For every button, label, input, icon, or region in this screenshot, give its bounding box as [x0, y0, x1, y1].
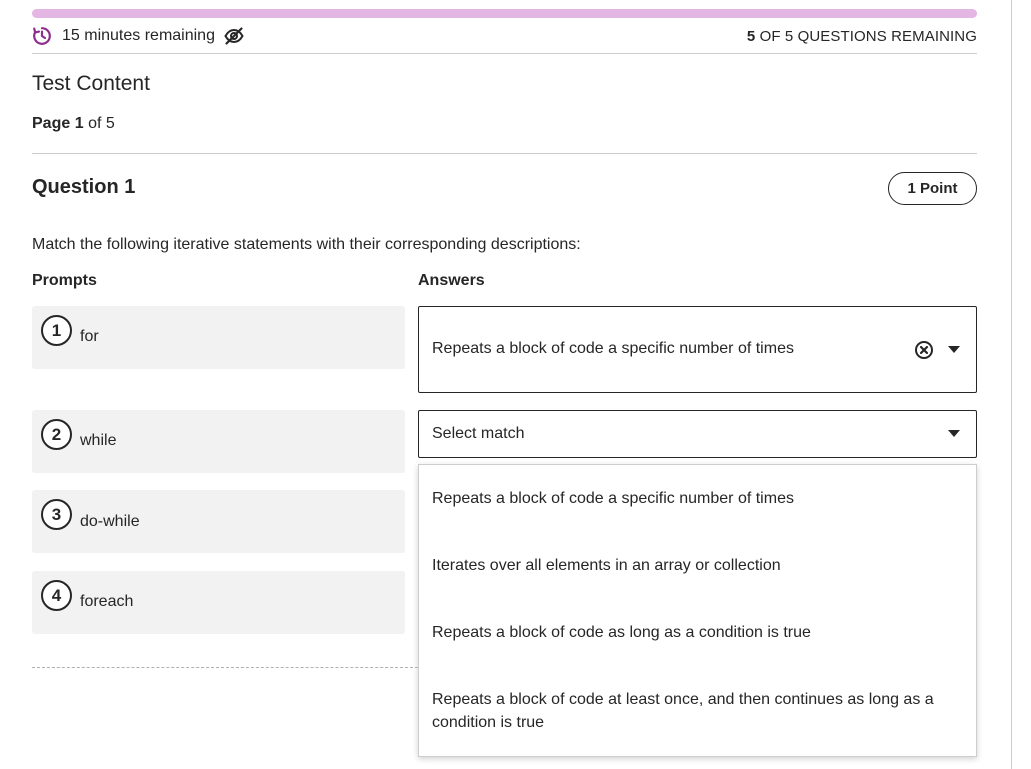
prompt-label: for — [80, 328, 99, 345]
answer-select-2[interactable]: Select match — [418, 410, 977, 458]
answer-placeholder: Select match — [432, 425, 525, 442]
status-bar: 15 minutes remaining 5 OF 5 QUESTIONS RE… — [32, 22, 977, 50]
question-instructions: Match the following iterative statements… — [32, 236, 581, 253]
prompt-item: 3 do-while — [32, 490, 405, 553]
answer-dropdown-menu: Repeats a block of code a specific numbe… — [418, 464, 977, 757]
points-badge: 1 Point — [888, 172, 977, 205]
page-total: of 5 — [88, 115, 115, 132]
chevron-down-icon[interactable] — [948, 430, 960, 438]
dropdown-option[interactable]: Repeats a block of code at least once, a… — [432, 688, 962, 734]
answers-header: Answers — [418, 272, 485, 289]
divider — [32, 53, 977, 54]
prompt-item: 4 foreach — [32, 571, 405, 634]
progress-bar — [32, 9, 977, 18]
clear-selection-icon[interactable] — [914, 340, 934, 360]
quiz-page: 15 minutes remaining 5 OF 5 QUESTIONS RE… — [0, 0, 1031, 769]
prompt-label: foreach — [80, 593, 134, 610]
timer-icon — [32, 26, 52, 46]
prompt-number: 1 — [41, 315, 72, 346]
prompts-header: Prompts — [32, 272, 97, 289]
questions-remaining: 5 OF 5 QUESTIONS REMAINING — [747, 28, 977, 45]
prompt-number: 3 — [41, 499, 72, 530]
time-remaining: 15 minutes remaining — [62, 27, 215, 44]
scrollbar-edge — [1011, 0, 1012, 769]
section-divider — [32, 667, 418, 668]
divider — [32, 153, 977, 154]
answer-select-1[interactable]: Repeats a block of code a specific numbe… — [418, 306, 977, 393]
prompt-label: do-while — [80, 513, 140, 530]
prompt-item: 2 while — [32, 410, 405, 473]
prompt-label: while — [80, 432, 117, 449]
chevron-down-icon[interactable] — [948, 346, 960, 354]
prompt-item: 1 for — [32, 306, 405, 369]
question-title: Question 1 — [32, 176, 136, 198]
section-title: Test Content — [32, 72, 150, 95]
dropdown-option[interactable]: Iterates over all elements in an array o… — [432, 554, 962, 577]
questions-remaining-text: OF 5 QUESTIONS REMAINING — [755, 27, 977, 45]
timer-group: 15 minutes remaining — [32, 25, 245, 47]
page-indicator: Page 1 of 5 — [32, 115, 115, 133]
page-current: 1 — [74, 115, 84, 132]
page-label: Page — [32, 115, 71, 132]
answer-value: Repeats a block of code a specific numbe… — [432, 340, 794, 357]
dropdown-option[interactable]: Repeats a block of code as long as a con… — [432, 621, 962, 644]
prompt-number: 4 — [41, 580, 72, 611]
dropdown-option[interactable]: Repeats a block of code a specific numbe… — [432, 487, 962, 510]
eye-slash-icon[interactable] — [223, 25, 245, 47]
prompt-number: 2 — [41, 419, 72, 450]
